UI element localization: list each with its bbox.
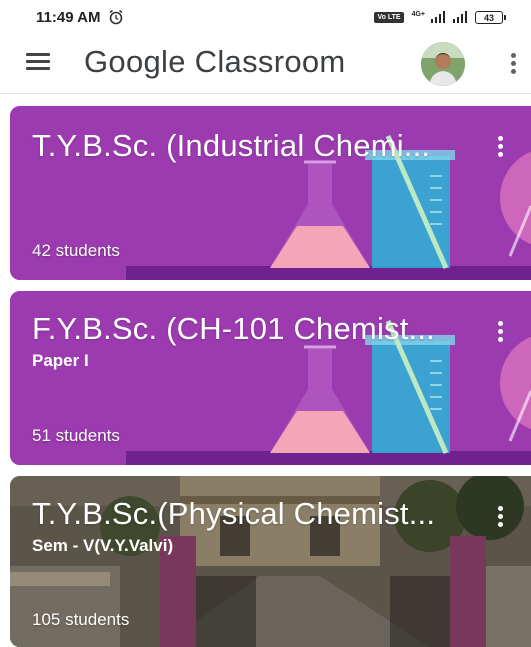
class-section: Paper I (32, 351, 89, 370)
cell-signal-icon (431, 11, 445, 23)
battery-level: 43 (483, 12, 494, 23)
cell-signal-icon-2 (453, 11, 467, 23)
volte-badge: Vo LTE (374, 11, 404, 23)
more-vert-icon[interactable] (498, 136, 504, 158)
status-bar: 11:49 AM Vo LTE 4G+ 43 (0, 0, 531, 34)
avatar-photo (421, 42, 465, 86)
class-title: T.Y.B.Sc. (Industrial Chemi... (32, 128, 431, 163)
more-vert-icon[interactable] (498, 321, 504, 343)
status-right: Vo LTE 4G+ 43 (374, 10, 506, 24)
class-card-3[interactable]: T.Y.B.Sc.(Physical Chemist... Sem - V(V.… (10, 476, 531, 647)
class-card-2[interactable]: F.Y.B.Sc. (CH-101 Chemist... Paper I 51 … (10, 291, 531, 465)
student-count: 105 students (32, 610, 130, 629)
class-card-1[interactable]: T.Y.B.Sc. (Industrial Chemi... 42 studen… (10, 106, 531, 280)
class-section: Sem - V(V.Y.Valvi) (32, 536, 174, 555)
hamburger-menu-icon[interactable] (26, 53, 50, 71)
avatar[interactable] (421, 42, 465, 86)
app-bar: Google Classroom (0, 34, 531, 94)
status-left: 11:49 AM (36, 9, 124, 26)
student-count: 42 students (32, 241, 120, 260)
status-time: 11:49 AM (36, 8, 101, 26)
app-title: Google Classroom (84, 44, 346, 79)
class-title: T.Y.B.Sc.(Physical Chemist... (32, 496, 436, 531)
student-count: 51 students (32, 426, 120, 445)
network-type: 4G+ (411, 10, 425, 18)
more-vert-icon[interactable] (511, 53, 517, 75)
alarm-clock-icon (109, 9, 123, 25)
class-title: F.Y.B.Sc. (CH-101 Chemist... (32, 311, 435, 346)
battery-icon: 43 (475, 10, 506, 24)
more-vert-icon[interactable] (498, 506, 504, 528)
